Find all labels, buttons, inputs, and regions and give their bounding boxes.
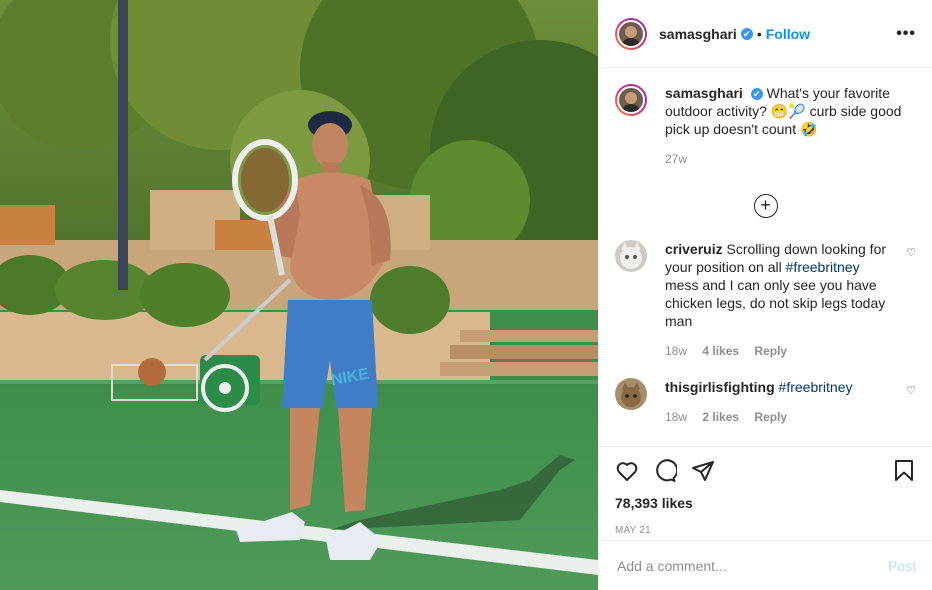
add-comment-bar: Post [599, 540, 932, 590]
comment-body-2: mess and I can only see you have chicken… [665, 277, 886, 329]
cat-avatar-icon [615, 240, 647, 272]
comment-username[interactable]: thisgirlisfighting [665, 379, 775, 395]
comment-like-heart-icon[interactable]: ♡ [906, 246, 916, 259]
reply-button[interactable]: Reply [754, 410, 787, 424]
comment-like-heart-icon[interactable]: ♡ [906, 384, 916, 397]
post-header: samasghari ✔ • Follow ••• [599, 0, 932, 68]
follow-button[interactable]: Follow [766, 26, 810, 42]
caption-avatar[interactable] [615, 84, 647, 116]
comment-input[interactable] [615, 556, 888, 575]
comments-section: samasghari ✔ What's your favorite outdoo… [599, 68, 932, 446]
reply-button[interactable]: Reply [754, 344, 787, 358]
caption: samasghari ✔ What's your favorite outdoo… [615, 84, 916, 168]
verified-badge-icon: ✔ [740, 27, 753, 40]
share-icon[interactable] [691, 459, 715, 483]
post-sidebar: samasghari ✔ • Follow ••• samasghari ✔ W… [598, 0, 932, 590]
comment-username[interactable]: criveruiz [665, 241, 723, 257]
comment-age: 18w [665, 410, 688, 424]
comment-likes[interactable]: 4 likes [702, 344, 739, 358]
heart-icon[interactable] [615, 459, 639, 483]
likes-count[interactable]: 78,393 likes [615, 495, 916, 511]
cat-avatar-icon [615, 378, 647, 410]
more-options-icon[interactable]: ••• [896, 25, 916, 43]
hashtag-link[interactable]: #freebritney [779, 379, 853, 395]
comment-item: thisgirlisfighting #freebritney 18w 2 li… [615, 378, 916, 426]
author-username[interactable]: samasghari [659, 26, 737, 42]
post-comment-button[interactable]: Post [888, 558, 916, 574]
caption-emoji-2: 🤣 [799, 121, 818, 137]
comment-meta: 18w 2 likes Reply [665, 408, 852, 426]
commenter-avatar[interactable] [615, 240, 647, 272]
caption-username[interactable]: samasghari [665, 85, 743, 101]
comment-meta: 18w 4 likes Reply [665, 342, 886, 360]
caption-emoji-1: 😁🎾 [770, 103, 806, 119]
avatar[interactable] [615, 17, 647, 50]
action-icons [615, 447, 916, 495]
comment-age: 18w [665, 344, 688, 358]
post-date: MAY 21 [615, 525, 651, 536]
verified-badge-icon: ✔ [750, 88, 763, 100]
load-more-comments-icon[interactable]: + [753, 194, 778, 218]
tennis-court-photo: NIKE [0, 0, 598, 590]
separator-dot: • [756, 25, 762, 42]
hashtag-link[interactable]: #freebritney [786, 259, 860, 275]
commenter-avatar[interactable] [615, 378, 647, 410]
caption-age: 27w [665, 152, 688, 166]
bookmark-icon[interactable] [892, 459, 916, 483]
caption-text: samasghari ✔ What's your favorite outdoo… [665, 84, 916, 168]
comment-text: criveruiz Scrolling down looking for you… [665, 240, 916, 360]
comment-icon[interactable] [653, 459, 677, 483]
comment-likes[interactable]: 2 likes [702, 410, 739, 424]
post-image[interactable]: NIKE [0, 0, 598, 590]
post-actions: 78,393 likes MAY 21 [599, 446, 932, 536]
comment-item: criveruiz Scrolling down looking for you… [615, 240, 916, 360]
comment-text: thisgirlisfighting #freebritney 18w 2 li… [665, 378, 882, 426]
